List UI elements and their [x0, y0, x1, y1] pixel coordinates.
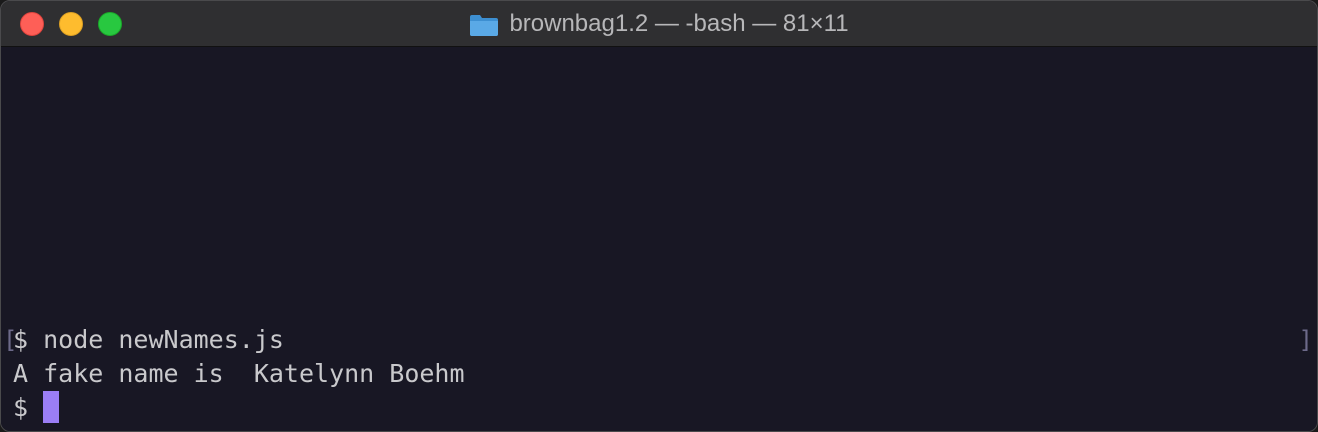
window-title-text: brownbag1.2 — -bash — 81×11 [509, 9, 849, 37]
terminal-window: brownbag1.2 — -bash — 81×11 [ ] $ node n… [0, 0, 1318, 432]
title-bar[interactable]: brownbag1.2 — -bash — 81×11 [1, 1, 1317, 47]
text-cursor [43, 391, 60, 423]
command-text: node newNames.js [28, 325, 284, 354]
prompt: $ [13, 325, 29, 354]
terminal-content[interactable]: [ ] $ node newNames.js A fake name is Ka… [1, 47, 1317, 431]
prompt: $ [13, 393, 29, 422]
terminal-line-prompt: $ [13, 391, 60, 425]
folder-icon [469, 13, 499, 37]
window-title: brownbag1.2 — -bash — 81×11 [1, 1, 1317, 46]
terminal-line-output: A fake name is Katelynn Boehm [13, 357, 465, 391]
mark-right: ] [1298, 326, 1313, 354]
terminal-line-command: $ node newNames.js [13, 323, 284, 357]
output-text: A fake name is Katelynn Boehm [13, 359, 465, 388]
